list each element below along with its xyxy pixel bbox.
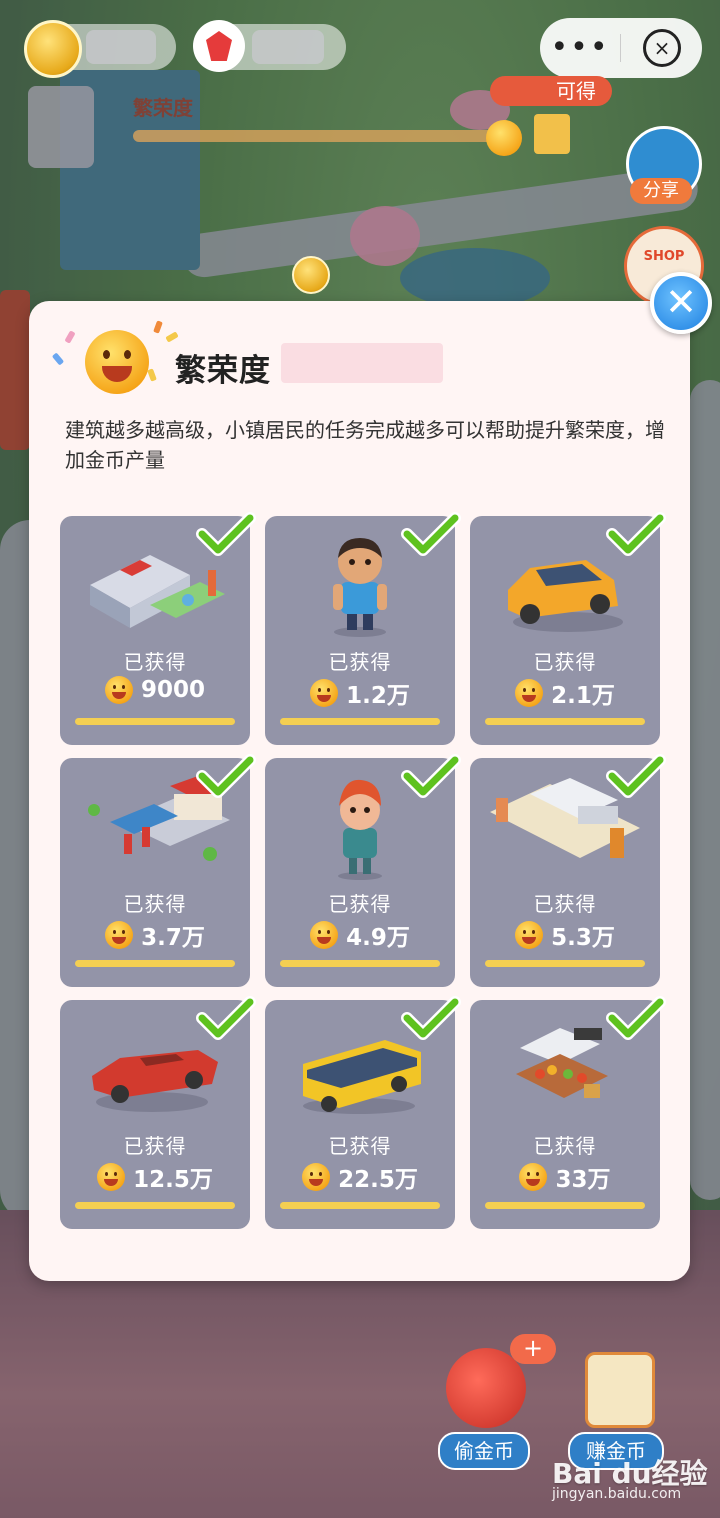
reward-progress-bar (280, 960, 440, 967)
smile-icon (97, 1163, 126, 1191)
reward-card[interactable]: 已获得 3.7万 (60, 754, 256, 987)
reward-status: 已获得 (328, 892, 392, 916)
more-options-button[interactable]: ••• (540, 18, 620, 78)
reward-card[interactable]: 已获得 4.9万 (265, 754, 461, 987)
checkmark-icon (401, 512, 461, 556)
reward-status: 已获得 (533, 892, 597, 916)
smile-icon (515, 679, 544, 707)
reward-amount-row: 5.3万 (470, 918, 660, 952)
watermark-url: jingyan.baidu.com (552, 1486, 682, 1502)
reward-card[interactable]: 已获得 22.5万 (265, 996, 461, 1229)
reward-amount: 12.5万 (133, 1167, 213, 1193)
steal-coins-button[interactable]: 偷金币 (438, 1432, 530, 1470)
reward-amount-row: 9000 (60, 676, 250, 704)
reward-status: 已获得 (123, 650, 187, 674)
reward-card[interactable]: 已获得 1.2万 (265, 512, 461, 745)
reward-amount-row: 2.1万 (470, 676, 660, 710)
gift-box-icon[interactable] (534, 114, 570, 154)
checkmark-icon (401, 996, 461, 1040)
smile-icon (515, 921, 544, 949)
title-value-blurred (281, 343, 443, 383)
confetti-piece (147, 368, 157, 382)
confetti-piece (64, 330, 76, 344)
smile-icon (486, 120, 522, 156)
reward-card[interactable]: 已获得 5.3万 (470, 754, 666, 987)
reward-status: 已获得 (123, 892, 187, 916)
confetti-piece (165, 331, 179, 343)
reward-amount: 1.2万 (346, 683, 410, 709)
modal-title: 繁荣度 (175, 353, 271, 389)
smile-icon (310, 679, 339, 707)
reward-amount: 33万 (555, 1167, 611, 1193)
floating-coin-icon[interactable] (292, 256, 330, 294)
prosperity-label: 繁荣度 (133, 96, 193, 120)
reward-status: 已获得 (533, 650, 597, 674)
smile-icon (85, 330, 149, 394)
steal-plus-badge[interactable]: + (510, 1334, 556, 1364)
avatar-blurred (28, 86, 94, 168)
reward-status: 已获得 (328, 650, 392, 674)
reward-amount-row: 1.2万 (265, 676, 455, 710)
gem-icon (193, 20, 245, 72)
gem-value-blurred (252, 30, 324, 64)
smile-icon (302, 1163, 331, 1191)
capsule-divider (620, 34, 621, 62)
smile-icon (519, 1163, 548, 1191)
reward-status: 已获得 (533, 1134, 597, 1158)
shop-label: SHOP (643, 249, 685, 264)
coin-icon (24, 20, 82, 78)
share-button[interactable]: 分享 (630, 178, 692, 204)
checkmark-icon (606, 996, 666, 1040)
reward-progress-bar (280, 718, 440, 725)
reward-card[interactable]: 已获得 33万 (470, 996, 666, 1229)
checkmark-icon (401, 754, 461, 798)
reward-amount-row: 12.5万 (60, 1160, 250, 1194)
reward-progress-bar (485, 1202, 645, 1209)
reward-progress-bar (75, 960, 235, 967)
reward-amount-row: 4.9万 (265, 918, 455, 952)
checkmark-icon (606, 754, 666, 798)
reward-progress-bar (75, 1202, 235, 1209)
reward-amount: 2.1万 (551, 683, 615, 709)
reward-amount: 22.5万 (338, 1167, 418, 1193)
confetti-piece (51, 352, 65, 366)
reward-card[interactable]: 已获得 9000 (60, 512, 256, 745)
reward-progress-bar (280, 1202, 440, 1209)
reward-amount: 5.3万 (551, 925, 615, 951)
smile-icon (105, 921, 134, 949)
reward-amount: 4.9万 (346, 925, 410, 951)
checkmark-icon (196, 754, 256, 798)
close-modal-button[interactable]: ✕ (650, 272, 712, 334)
modal-description: 建筑越多越高级，小镇居民的任务完成越多可以帮助提升繁荣度，增加金币产量 (65, 418, 665, 472)
smile-icon (310, 921, 339, 949)
reward-status: 已获得 (328, 1134, 392, 1158)
reward-progress-bar (75, 718, 235, 725)
task-list-icon[interactable] (585, 1352, 655, 1428)
prosperity-progress-bar[interactable] (133, 130, 513, 142)
checkmark-icon (196, 996, 256, 1040)
reward-amount-row: 3.7万 (60, 918, 250, 952)
reward-amount: 9000 (140, 677, 205, 703)
checkmark-icon (196, 512, 256, 556)
mini-program-capsule: ••• × (540, 18, 702, 78)
reward-card[interactable]: 已获得 2.1万 (470, 512, 666, 745)
reward-status: 已获得 (123, 1134, 187, 1158)
available-reward-pill[interactable]: 可得 (490, 76, 612, 106)
reward-progress-bar (485, 960, 645, 967)
prosperity-modal: 繁荣度 建筑越多越高级，小镇居民的任务完成越多可以帮助提升繁荣度，增加金币产量 … (29, 301, 690, 1281)
smile-icon (104, 676, 133, 704)
reward-card[interactable]: 已获得 12.5万 (60, 996, 256, 1229)
reward-progress-bar (485, 718, 645, 725)
coin-value-blurred (86, 30, 156, 64)
checkmark-icon (606, 512, 666, 556)
reward-amount-row: 33万 (470, 1160, 660, 1194)
confetti-piece (153, 320, 163, 334)
reward-amount: 3.7万 (141, 925, 205, 951)
exit-mini-program-button[interactable]: × (643, 29, 681, 67)
reward-amount-row: 22.5万 (265, 1160, 455, 1194)
